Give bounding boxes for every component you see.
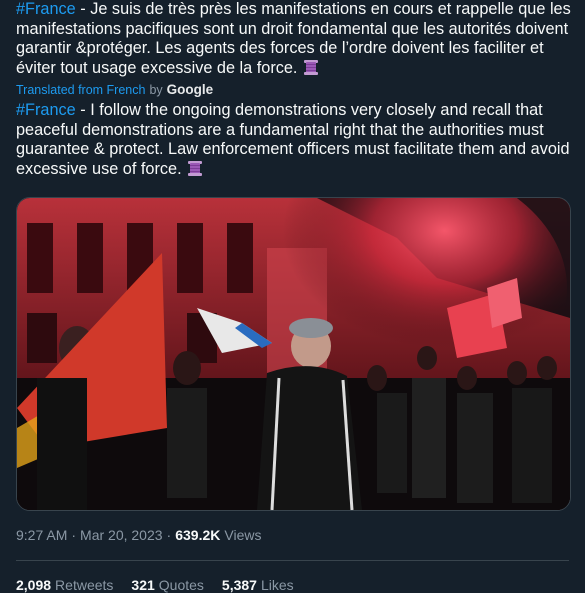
protest-photo — [17, 198, 570, 510]
meta-separator: · — [166, 527, 172, 543]
thread-spool-icon — [303, 59, 318, 75]
retweets-label: Retweets — [55, 577, 114, 593]
quotes-stat[interactable]: 321 Quotes — [131, 577, 204, 593]
original-text: - Je suis de très près les manifestation… — [16, 0, 571, 77]
translated-by-label: by — [149, 82, 163, 97]
likes-label: Likes — [260, 577, 294, 593]
engagement-stats: 2,098 Retweets 321 Quotes 5,387 Likes — [16, 577, 294, 593]
quotes-label: Quotes — [158, 577, 204, 593]
tweet-photo[interactable] — [16, 197, 571, 511]
divider — [16, 560, 569, 561]
original-tweet-text: #France - Je suis de très près les manif… — [16, 0, 571, 78]
tweet-meta: 9:27 AM · Mar 20, 2023 · 639.2K Views — [16, 527, 261, 543]
likes-count: 5,387 — [221, 577, 257, 593]
tweet-body: #France - Je suis de très près les manif… — [16, 0, 571, 179]
translated-from-link[interactable]: Translated from French — [16, 83, 145, 97]
quotes-count: 321 — [131, 577, 155, 593]
retweets-count: 2,098 — [16, 577, 52, 593]
tweet-timestamp-date[interactable]: Mar 20, 2023 — [80, 527, 163, 543]
meta-separator: · — [71, 527, 77, 543]
tweet-timestamp-time[interactable]: 9:27 AM — [16, 527, 67, 543]
retweets-stat[interactable]: 2,098 Retweets — [16, 577, 113, 593]
thread-spool-icon — [188, 160, 203, 176]
translated-text: - I follow the ongoing demonstrations ve… — [16, 101, 570, 178]
hashtag-link-france-translated[interactable]: #France — [16, 101, 76, 119]
translated-tweet-text: #France - I follow the ongoing demonstra… — [16, 101, 571, 179]
likes-stat[interactable]: 5,387 Likes — [222, 577, 294, 593]
hashtag-link-france[interactable]: #France — [16, 0, 76, 18]
translation-attribution: Translated from French by Google — [16, 82, 571, 97]
google-logo: Google — [166, 82, 214, 97]
views-count: 639.2K — [175, 527, 221, 543]
views-label: Views — [224, 527, 262, 543]
